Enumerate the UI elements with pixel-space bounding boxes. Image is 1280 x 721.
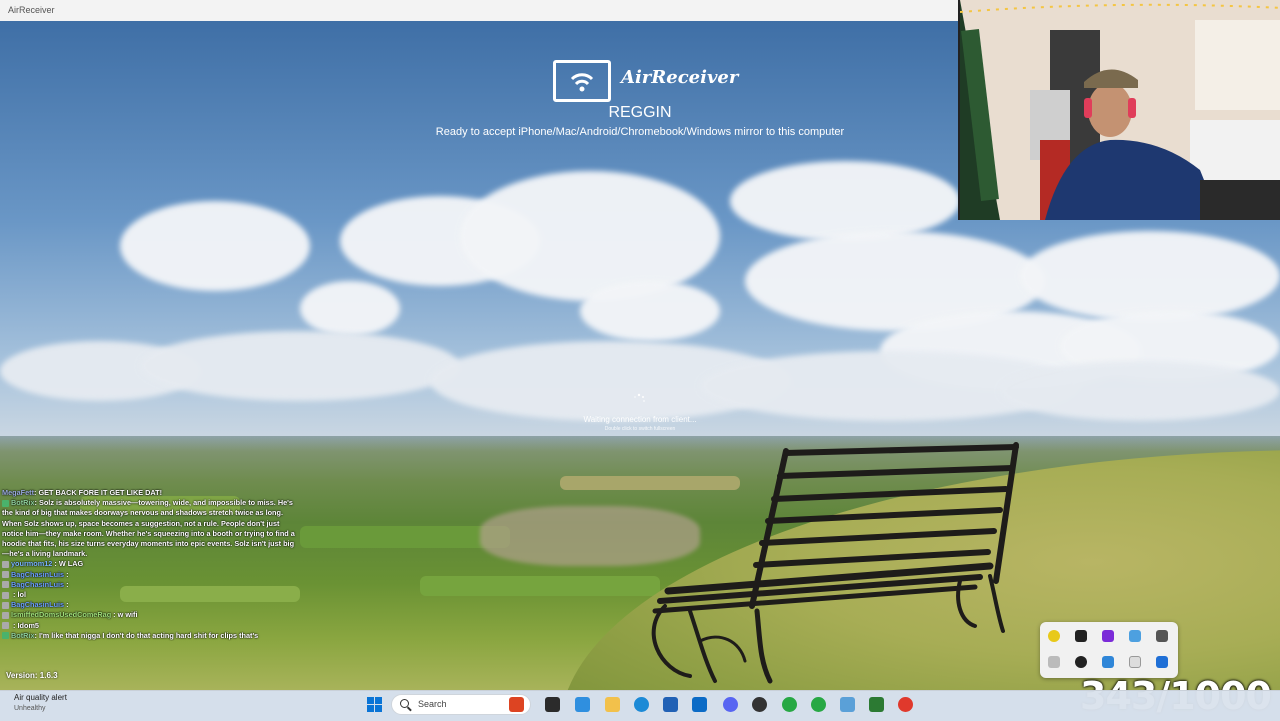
tray-app-icon[interactable]: [1048, 656, 1060, 668]
tray-app-icon[interactable]: [1156, 630, 1168, 642]
search-icon: [400, 699, 409, 708]
window-title: AirReceiver: [8, 5, 55, 15]
chat-text: W LAG: [58, 559, 84, 569]
user-badge-icon: [2, 561, 9, 568]
chat-username: yourmom12: [11, 559, 53, 569]
user-badge-icon: [2, 612, 9, 620]
waiting-status: Waiting connection from client...: [583, 415, 697, 424]
chat-message: BagChasinLuis :: [0, 600, 300, 610]
obs-icon[interactable]: [752, 697, 767, 712]
chat-text: w wifi: [117, 610, 138, 620]
chrome-profile-icon[interactable]: [811, 697, 826, 712]
task-view-icon[interactable]: [545, 697, 560, 712]
user-badge-icon: [2, 601, 9, 609]
weather-widget-title[interactable]: Air quality alert: [14, 693, 67, 702]
discord-icon[interactable]: [723, 697, 738, 712]
bot-badge-icon: [2, 632, 9, 640]
tray-app-icon[interactable]: [1048, 630, 1060, 642]
chat-text: Solz is absolutely massive—towering, wid…: [2, 498, 295, 559]
edge-browser-icon[interactable]: [634, 697, 649, 712]
chat-overlay: MegaFett: GET BACK FORE IT GET LIKE DAT!…: [0, 488, 300, 690]
chat-username: BagChasinLuis: [11, 600, 65, 610]
user-badge-icon: [2, 591, 9, 599]
chat-username: MegaFett: [2, 488, 35, 497]
search-highlight-icon[interactable]: [509, 697, 524, 712]
chat-message: : Idom5: [0, 621, 300, 631]
file-explorer-icon[interactable]: [605, 697, 620, 712]
tray-app-icon[interactable]: [1102, 656, 1114, 668]
window-titlebar[interactable]: AirReceiver: [0, 0, 960, 21]
chat-text: Idom5: [17, 620, 40, 630]
airreceiver-logo-icon: [553, 60, 611, 102]
chat-message: BotRix: Solz is absolutely massive—tower…: [2, 498, 295, 559]
app-icon[interactable]: [869, 697, 884, 712]
tray-app-icon[interactable]: [1075, 656, 1087, 668]
tray-app-icon[interactable]: [1102, 630, 1114, 642]
chat-username: BotRix: [11, 498, 35, 508]
app-icon[interactable]: [840, 697, 855, 712]
chat-username: IsmiffedDomsUsedComeRag: [11, 610, 112, 620]
bot-badge-icon: [2, 499, 9, 507]
chat-message: IsmiffedDomsUsedComeRag : w wifi: [0, 610, 300, 620]
chat-message: : lol: [0, 590, 300, 600]
chat-username: BagChasinLuis: [11, 579, 65, 589]
bluetooth-icon[interactable]: [1156, 656, 1168, 668]
app-logo-text: AirReceiver: [621, 67, 739, 88]
store-icon[interactable]: [663, 697, 678, 712]
webcam-feed: [960, 0, 1280, 220]
user-badge-icon: [2, 571, 9, 579]
chat-message: BagChasinLuis :: [0, 570, 300, 580]
chat-message: MegaFett: GET BACK FORE IT GET LIKE DAT!: [2, 488, 163, 497]
windows-start-icon[interactable]: [367, 697, 383, 713]
tray-overflow-popup: [1040, 622, 1178, 678]
app-icon[interactable]: [898, 697, 913, 712]
chat-username: BotRix: [11, 630, 35, 640]
chat-message: BotRix: I'm like that nigga I don't do t…: [0, 631, 300, 641]
chat-text: GET BACK FORE IT GET LIKE DAT!: [38, 488, 163, 497]
chrome-icon[interactable]: [782, 697, 797, 712]
tray-app-icon[interactable]: [1129, 656, 1141, 668]
chat-message: BagChasinLuis :: [0, 580, 300, 590]
user-badge-icon: [2, 581, 9, 589]
chat-message: yourmom12 : W LAG: [0, 559, 300, 569]
outlook-icon[interactable]: [692, 697, 707, 712]
chat-text: I'm like that nigga I don't do that acti…: [38, 630, 259, 640]
loading-spinner-icon: [633, 393, 645, 402]
chat-text: lol: [17, 590, 27, 600]
search-placeholder: Search: [418, 699, 447, 709]
widgets-icon[interactable]: [575, 697, 590, 712]
app-version: Version: 1.6.3: [6, 671, 58, 680]
chat-username: BagChasinLuis: [11, 569, 65, 579]
tray-app-icon[interactable]: [1129, 630, 1141, 642]
weather-widget-subtitle[interactable]: Unhealthy: [14, 705, 46, 712]
webcam-overlay: [958, 0, 1280, 220]
waiting-hint: Double click to switch fullscreen: [604, 426, 676, 432]
nvidia-icon[interactable]: [1075, 630, 1087, 642]
user-badge-icon: [2, 622, 9, 630]
